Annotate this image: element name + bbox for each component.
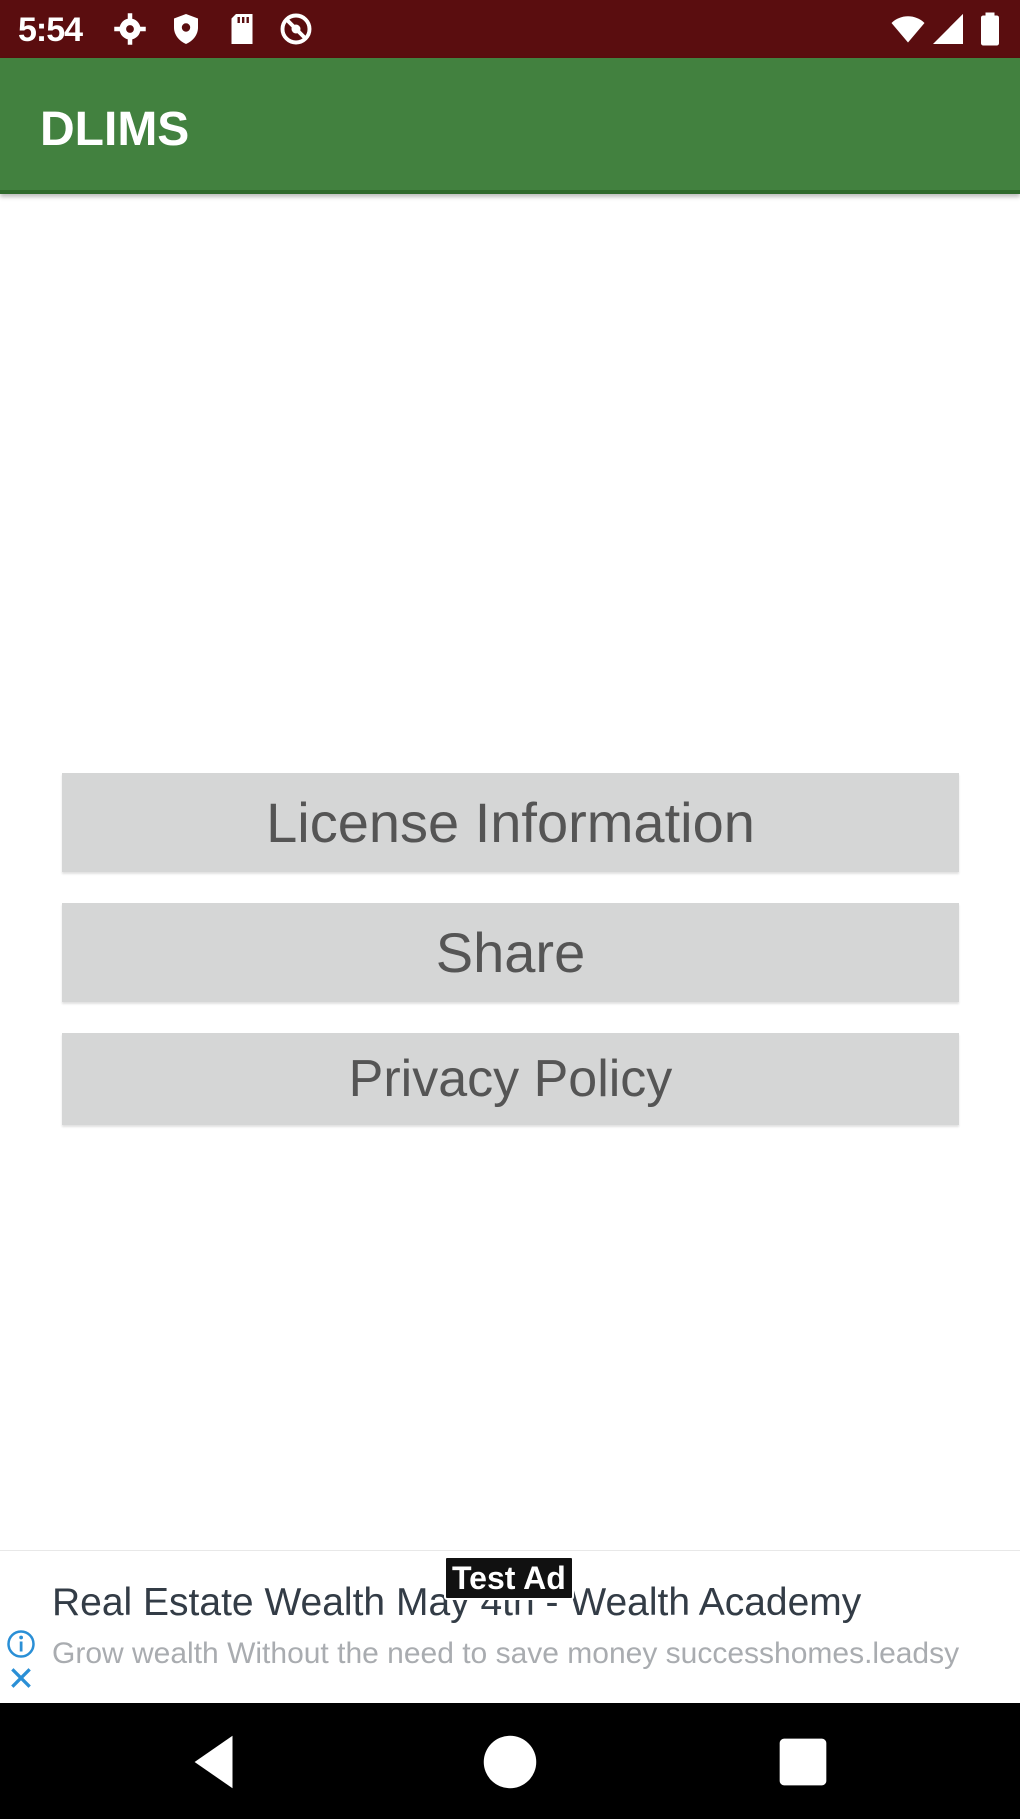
recents-icon[interactable]	[768, 1727, 838, 1797]
share-button[interactable]: Share	[62, 903, 959, 1002]
sd-card-icon	[231, 14, 253, 44]
test-ad-badge: Test Ad	[444, 1556, 574, 1600]
ad-close-icon[interactable]	[8, 1665, 34, 1691]
gear-icon	[114, 13, 146, 45]
ad-info-icon[interactable]	[6, 1629, 36, 1659]
signal-icon	[933, 14, 963, 44]
no-sync-icon	[280, 13, 312, 45]
navigation-bar	[0, 1703, 1020, 1819]
back-icon[interactable]	[180, 1727, 250, 1797]
shield-icon	[174, 14, 198, 44]
license-information-button[interactable]: License Information	[62, 773, 959, 872]
app-bar-divider	[0, 190, 1020, 194]
home-icon[interactable]	[475, 1727, 545, 1797]
battery-icon	[981, 12, 999, 46]
status-time: 5:54	[18, 11, 83, 49]
app-title: DLIMS	[40, 103, 190, 156]
wifi-icon	[891, 16, 925, 43]
privacy-policy-button[interactable]: Privacy Policy	[62, 1033, 959, 1125]
app-bar: DLIMS	[0, 58, 1020, 194]
ad-description[interactable]: Grow wealth Without the need to save mon…	[52, 1637, 959, 1671]
status-bar: 5:54	[0, 0, 1020, 58]
